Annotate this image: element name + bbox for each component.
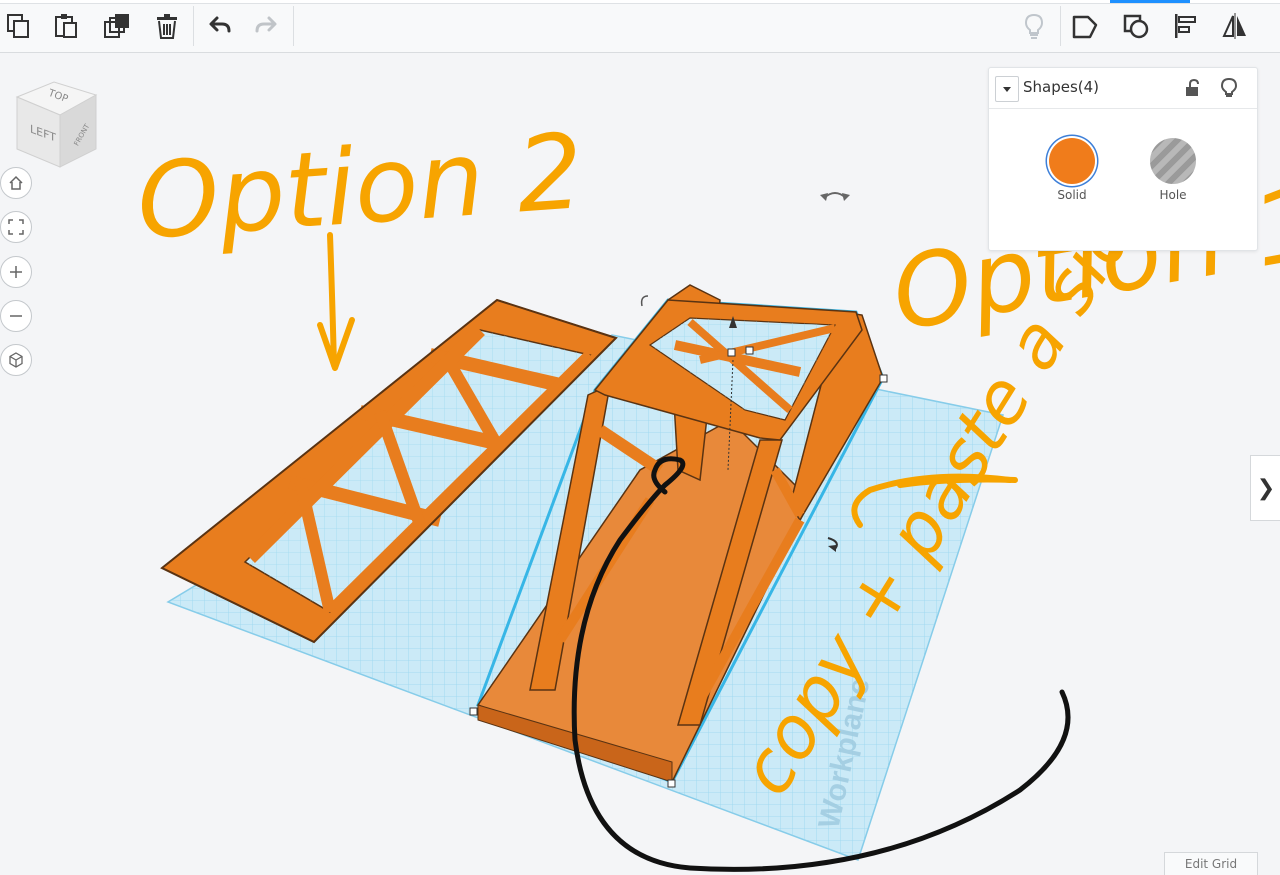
align-icon [1175, 14, 1196, 38]
home-view-button[interactable] [0, 167, 32, 199]
toolbar-separator [293, 6, 294, 46]
fit-view-icon [8, 219, 24, 235]
zoom-out-icon [10, 315, 22, 317]
chevron-down-icon [1003, 87, 1011, 92]
solid-color-swatch[interactable] [1049, 138, 1095, 184]
mirror-button[interactable] [1217, 8, 1253, 44]
group-icon [1072, 15, 1098, 39]
copy-icon [7, 14, 29, 38]
undo-icon [209, 16, 231, 33]
lightbulb-icon [1221, 78, 1237, 97]
inspector-collapse-button[interactable] [995, 76, 1019, 102]
lock-button[interactable] [1182, 76, 1204, 100]
inspector-header: Shapes(4) [989, 68, 1257, 109]
zoom-out-button[interactable] [0, 300, 32, 332]
align-button[interactable] [1167, 8, 1203, 44]
ungroup-button[interactable] [1118, 8, 1154, 44]
paste-icon [55, 14, 77, 38]
visibility-button[interactable] [1218, 76, 1240, 100]
solid-label: Solid [1057, 188, 1087, 202]
rotate-handle-small[interactable] [640, 295, 649, 307]
duplicate-icon [104, 14, 129, 38]
edit-grid-button[interactable]: Edit Grid [1164, 852, 1258, 875]
undo-button[interactable] [201, 8, 237, 44]
top-edge [0, 0, 1280, 4]
unlock-icon [1186, 79, 1199, 96]
paste-button[interactable] [48, 8, 84, 44]
fit-view-button[interactable] [0, 211, 32, 243]
shape-inspector: Shapes(4) Solid Hole [988, 67, 1258, 251]
hole-option[interactable]: Hole [1138, 138, 1208, 202]
solid-option[interactable]: Solid [1037, 138, 1107, 202]
toolbar-separator [1060, 6, 1061, 46]
ungroup-icon [1123, 14, 1149, 39]
toolbar-separator [193, 6, 194, 46]
main-toolbar [0, 0, 1280, 53]
redo-button[interactable] [249, 8, 285, 44]
redo-icon [255, 16, 277, 33]
annotation-option2-text: Option 2 [133, 110, 587, 263]
rotate-handle-top[interactable] [820, 192, 850, 201]
active-tab-indicator [1110, 0, 1190, 3]
side-panel-toggle[interactable]: ❯ [1250, 455, 1280, 521]
lightbulb-button[interactable] [1016, 8, 1052, 44]
zoom-in-button[interactable] [0, 256, 32, 288]
copy-button[interactable] [0, 8, 36, 44]
zoom-in-icon [10, 266, 22, 278]
chevron-right-icon: ❯ [1256, 475, 1276, 501]
delete-button[interactable] [149, 8, 185, 44]
delete-icon [157, 14, 177, 39]
group-button[interactable] [1067, 8, 1103, 44]
inspector-title: Shapes(4) [1023, 78, 1100, 96]
perspective-button[interactable] [0, 344, 32, 376]
lightbulb-icon [1024, 13, 1044, 39]
home-view-icon [9, 175, 23, 190]
duplicate-button[interactable] [99, 8, 135, 44]
hole-swatch[interactable] [1150, 138, 1196, 184]
hole-label: Hole [1159, 188, 1187, 202]
view-cube[interactable]: TOP LEFT FRONT [12, 77, 102, 172]
mirror-icon [1222, 13, 1246, 39]
perspective-icon [9, 352, 23, 368]
